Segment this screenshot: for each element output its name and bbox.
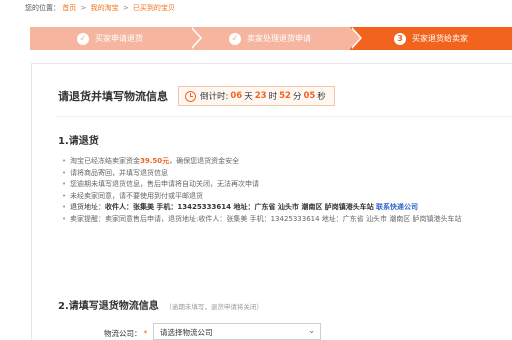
step-label: 买家退货给卖家 [412, 34, 468, 43]
section-logistics-hint: （逾期未填写，退货申请将关闭） [165, 303, 263, 311]
breadcrumb-purchased[interactable]: 已买到的宝贝 [133, 4, 175, 12]
countdown-hours: 23 [254, 91, 267, 101]
section-logistics-title: 2.请填写退货物流信息 [58, 301, 159, 312]
check-icon: ✓ [77, 32, 89, 45]
progress-steps: ✓ 买家申请退货 ✓ 卖家处理退货申请 3 买家退货给卖家 [30, 27, 512, 50]
required-mark: * [143, 329, 148, 338]
section-return-title: 1.请退货 [58, 136, 99, 147]
list-item: 退货地址：收件人：张集美 手机：13425333614 地址：广东省 汕头市 潮… [62, 202, 512, 214]
step-label: 买家申请退货 [95, 34, 143, 43]
return-address-label: 退货地址： [70, 203, 105, 211]
check-icon: ✓ [229, 32, 241, 45]
countdown-unit: 分 [292, 92, 302, 102]
divider [56, 116, 512, 117]
countdown-prefix: 倒计时: [200, 92, 229, 102]
breadcrumb-prefix: 您的位置： [25, 4, 60, 12]
page-title: 请退货并填写物流信息 [58, 90, 168, 103]
return-address: 收件人：张集美 手机：13425333614 地址：广东省 汕头市 潮南区 胪岗… [105, 203, 374, 211]
contact-courier-link[interactable]: 联系快递公司 [376, 203, 418, 211]
frozen-amount: 39.50元 [140, 157, 170, 165]
clock-icon [185, 90, 196, 102]
step-buyer-return: 3 买家退货给卖家 [350, 27, 512, 50]
logistics-company-select[interactable]: 请选择物流公司 ⌄ [153, 323, 321, 340]
step-buyer-request: ✓ 买家申请退货 [30, 27, 202, 50]
countdown-unit: 时 [268, 92, 278, 102]
step-label: 卖家处理退货申请 [247, 34, 311, 43]
list-item: 未经卖家同意，请不要使用到付或平邮退货 [62, 191, 512, 203]
countdown: 倒计时: 06 天 23 时 52 分 05 秒 [178, 86, 335, 106]
breadcrumb-my-taobao[interactable]: 我的淘宝 [91, 4, 119, 12]
breadcrumb: 您的位置： 首页 > 我的淘宝 > 已买到的宝贝 [25, 3, 175, 13]
note-text: ，确保您退货资金安全 [169, 157, 240, 165]
logistics-company-label: 物流公司： * [104, 328, 147, 339]
countdown-unit: 秒 [317, 92, 326, 102]
list-item: 淘宝已经冻结卖家资金39.50元，确保您退货资金安全 [62, 156, 512, 168]
breadcrumb-home[interactable]: 首页 [62, 4, 76, 12]
field-label-text: 物流公司： [104, 329, 142, 338]
list-item: 请将商品寄回，并填写退货信息 [62, 168, 512, 180]
select-value: 请选择物流公司 [160, 328, 213, 337]
section-logistics: 2.请填写退货物流信息 （逾期未填写，退货申请将关闭） [58, 297, 263, 312]
note-text: 淘宝已经冻结卖家资金 [70, 157, 140, 165]
return-notes: 淘宝已经冻结卖家资金39.50元，确保您退货资金安全 请将商品寄回，并填写退货信… [62, 156, 512, 225]
breadcrumb-separator: > [122, 4, 129, 12]
list-item: 卖家提醒：卖家同意售后申请，退货地址:收件人：张集美 手机：1342533361… [62, 214, 512, 226]
chevron-down-icon: ⌄ [308, 326, 315, 335]
breadcrumb-separator: > [80, 4, 87, 12]
countdown-unit: 天 [244, 92, 253, 102]
list-item: 您逾期未填写退货信息，售后申请将自动关闭，无法再次申请 [62, 179, 512, 191]
countdown-seconds: 05 [303, 91, 316, 101]
countdown-days: 06 [230, 91, 243, 101]
step-number-icon: 3 [394, 32, 406, 45]
step-seller-process: ✓ 卖家处理退货申请 [190, 27, 362, 50]
page-header: 请退货并填写物流信息 倒计时: 06 天 23 时 52 分 05 秒 [58, 86, 335, 106]
countdown-minutes: 52 [279, 91, 291, 101]
